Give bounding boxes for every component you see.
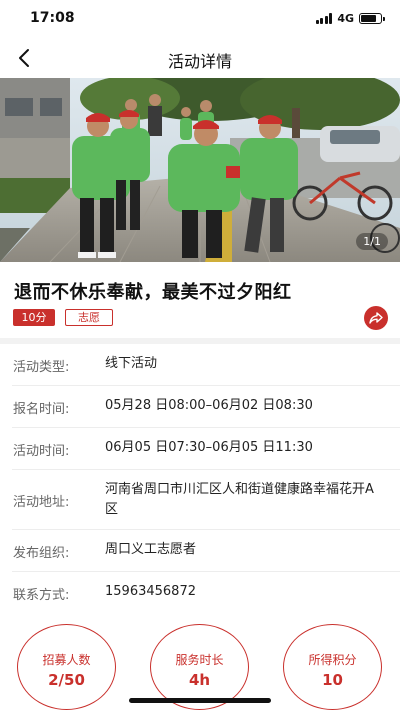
detail-value: 05月28 日08:00–06月02 日08:30 — [105, 398, 313, 413]
detail-row-contact[interactable]: 联系方式: 15963456872 — [12, 572, 400, 614]
status-time: 17:08 — [30, 10, 75, 26]
share-button[interactable] — [364, 306, 388, 330]
nav-bar: 活动详情 — [0, 38, 400, 78]
image-page-indicator: 1/1 — [356, 233, 388, 250]
detail-value: 周口义工志愿者 — [105, 542, 197, 557]
detail-label: 报名时间: — [13, 402, 70, 417]
activity-details: 活动类型: 线下活动 报名时间: 05月28 日08:00–06月02 日08:… — [0, 344, 400, 614]
detail-label: 活动类型: — [13, 360, 70, 375]
detail-label: 活动时间: — [13, 444, 70, 459]
volunteers-photo — [0, 78, 400, 262]
signal-icon — [315, 13, 333, 24]
detail-row-organizer: 发布组织: 周口义工志愿者 — [12, 530, 400, 572]
stat-value: 2/50 — [48, 671, 85, 689]
detail-value: 06月05 日07:30–06月05 日11:30 — [105, 440, 313, 455]
detail-label: 发布组织: — [13, 546, 70, 561]
stat-label: 招募人数 — [42, 653, 91, 667]
stat-label: 所得积分 — [308, 653, 357, 667]
activity-stats: 招募人数 2/50 服务时长 4h 所得积分 10 — [0, 612, 400, 711]
stat-recruit-count: 招募人数 2/50 — [17, 624, 116, 710]
detail-label: 联系方式: — [13, 588, 70, 603]
battery-icon — [359, 13, 385, 24]
page-title: 活动详情 — [167, 52, 232, 71]
detail-value: 15963456872 — [105, 584, 196, 599]
category-tag: 志愿 — [65, 309, 113, 326]
detail-row-signup-time: 报名时间: 05月28 日08:00–06月02 日08:30 — [12, 386, 400, 428]
network-type: 4G — [337, 12, 354, 25]
status-bar: 17:08 4G — [0, 0, 400, 38]
stat-label: 服务时长 — [175, 653, 224, 667]
activity-title: 退而不休乐奉献，最美不过夕阳红 — [14, 282, 292, 303]
detail-row-type: 活动类型: 线下活动 — [12, 344, 400, 386]
stat-earned-points: 所得积分 10 — [283, 624, 382, 710]
share-arrow-icon — [369, 312, 383, 324]
detail-value: 线下活动 — [105, 356, 158, 371]
detail-label: 活动地址: — [13, 495, 70, 510]
home-indicator[interactable] — [129, 698, 271, 703]
status-indicators: 4G — [315, 12, 385, 25]
stat-value: 4h — [188, 671, 211, 689]
detail-value: 河南省周口市川汇区人和街道健康路幸福花开A区 — [105, 482, 374, 517]
points-tag: 10分 — [13, 309, 55, 326]
detail-row-activity-time: 活动时间: 06月05 日07:30–06月05 日11:30 — [12, 428, 400, 470]
activity-banner-image[interactable]: 1/1 — [0, 78, 400, 262]
stat-value: 10 — [322, 671, 343, 689]
detail-row-address[interactable]: 活动地址: 河南省周口市川汇区人和街道健康路幸福花开A区 — [12, 470, 400, 530]
activity-header: 退而不休乐奉献，最美不过夕阳红 10分 志愿 — [0, 262, 400, 338]
